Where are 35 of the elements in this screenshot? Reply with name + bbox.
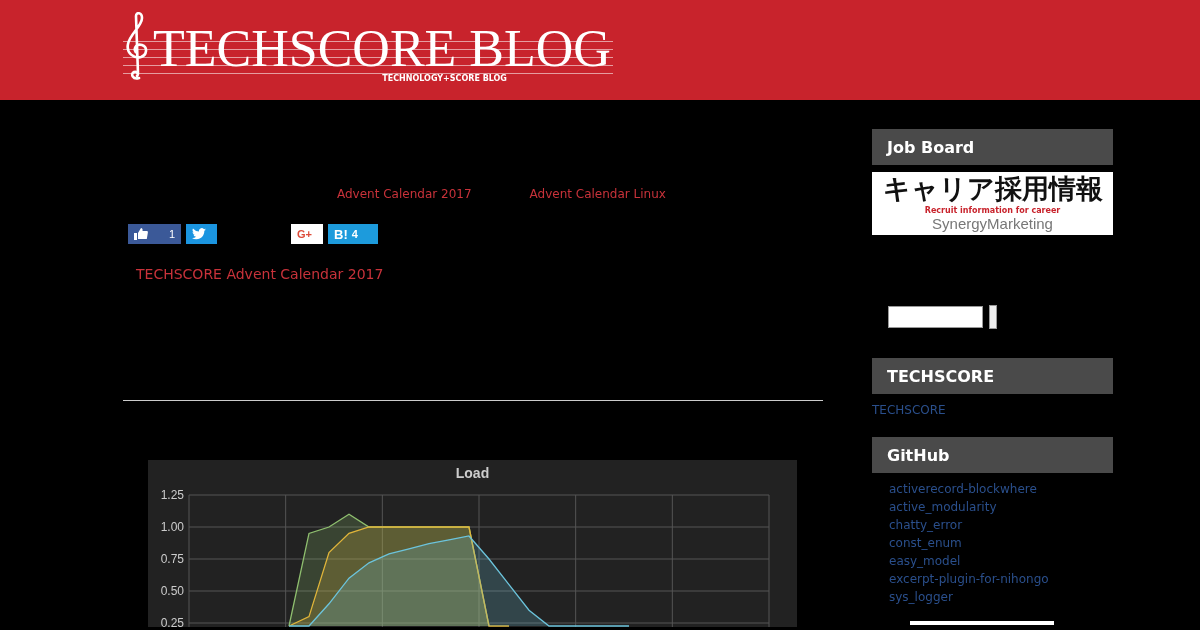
repository-link[interactable]: easy_model <box>872 552 1113 570</box>
y-tick-label: 1.00 <box>160 520 184 534</box>
recruit-banner[interactable]: キャリア採用情報 Recruit information for career SynergyMarketing <box>872 172 1113 235</box>
chart-title: Load <box>455 465 490 481</box>
bookmark-button[interactable]: B! 4 <box>328 224 378 244</box>
category-link[interactable]: Advent Calendar 2017 <box>337 187 472 201</box>
search-button[interactable] <box>989 305 997 329</box>
tweet-button[interactable] <box>186 224 217 244</box>
sidebar-link[interactable]: TECHSCORE <box>872 401 1113 419</box>
thumbs-up-icon <box>134 228 148 240</box>
bird-icon <box>192 228 206 240</box>
repository-link[interactable]: sys_logger <box>872 588 1113 606</box>
category-link[interactable]: Advent Calendar Linux <box>529 187 666 201</box>
widget-title: Job Board <box>872 129 1113 165</box>
repository-link[interactable]: const_enum <box>872 534 1113 552</box>
repository-link[interactable]: active_modularity <box>872 498 1113 516</box>
series-link[interactable]: TECHSCORE Advent Calendar 2017 <box>136 266 823 282</box>
share-button[interactable]: G+ <box>291 224 323 244</box>
y-tick-label: 0.50 <box>160 584 184 598</box>
banner-company: SynergyMarketing <box>932 215 1053 232</box>
repository-link[interactable]: excerpt-plugin-for-nihongo <box>872 570 1113 588</box>
banner-title: キャリア採用情報 <box>882 172 1103 206</box>
y-tick-label: 0.75 <box>160 552 184 566</box>
widget-title: GitHub <box>872 437 1113 473</box>
repository-link[interactable]: chatty_error <box>872 516 1113 534</box>
like-button[interactable]: 1 <box>128 224 181 244</box>
banner-subtitle: Recruit information for career <box>924 206 1061 215</box>
repository-link[interactable]: activerecord-blockwhere <box>872 480 1113 498</box>
site-logo[interactable]: TECHSCORE BLOG TECHNOLOGY+SCORE BLOG <box>123 12 613 82</box>
logo-subtitle: TECHNOLOGY+SCORE BLOG <box>382 74 507 83</box>
y-tick-label: 0.25 <box>160 616 184 627</box>
y-tick-label: 1.25 <box>160 488 184 502</box>
search-field[interactable] <box>888 306 983 328</box>
logo-title: TECHSCORE BLOG <box>153 24 611 74</box>
widget-title: TECHSCORE <box>872 358 1113 394</box>
